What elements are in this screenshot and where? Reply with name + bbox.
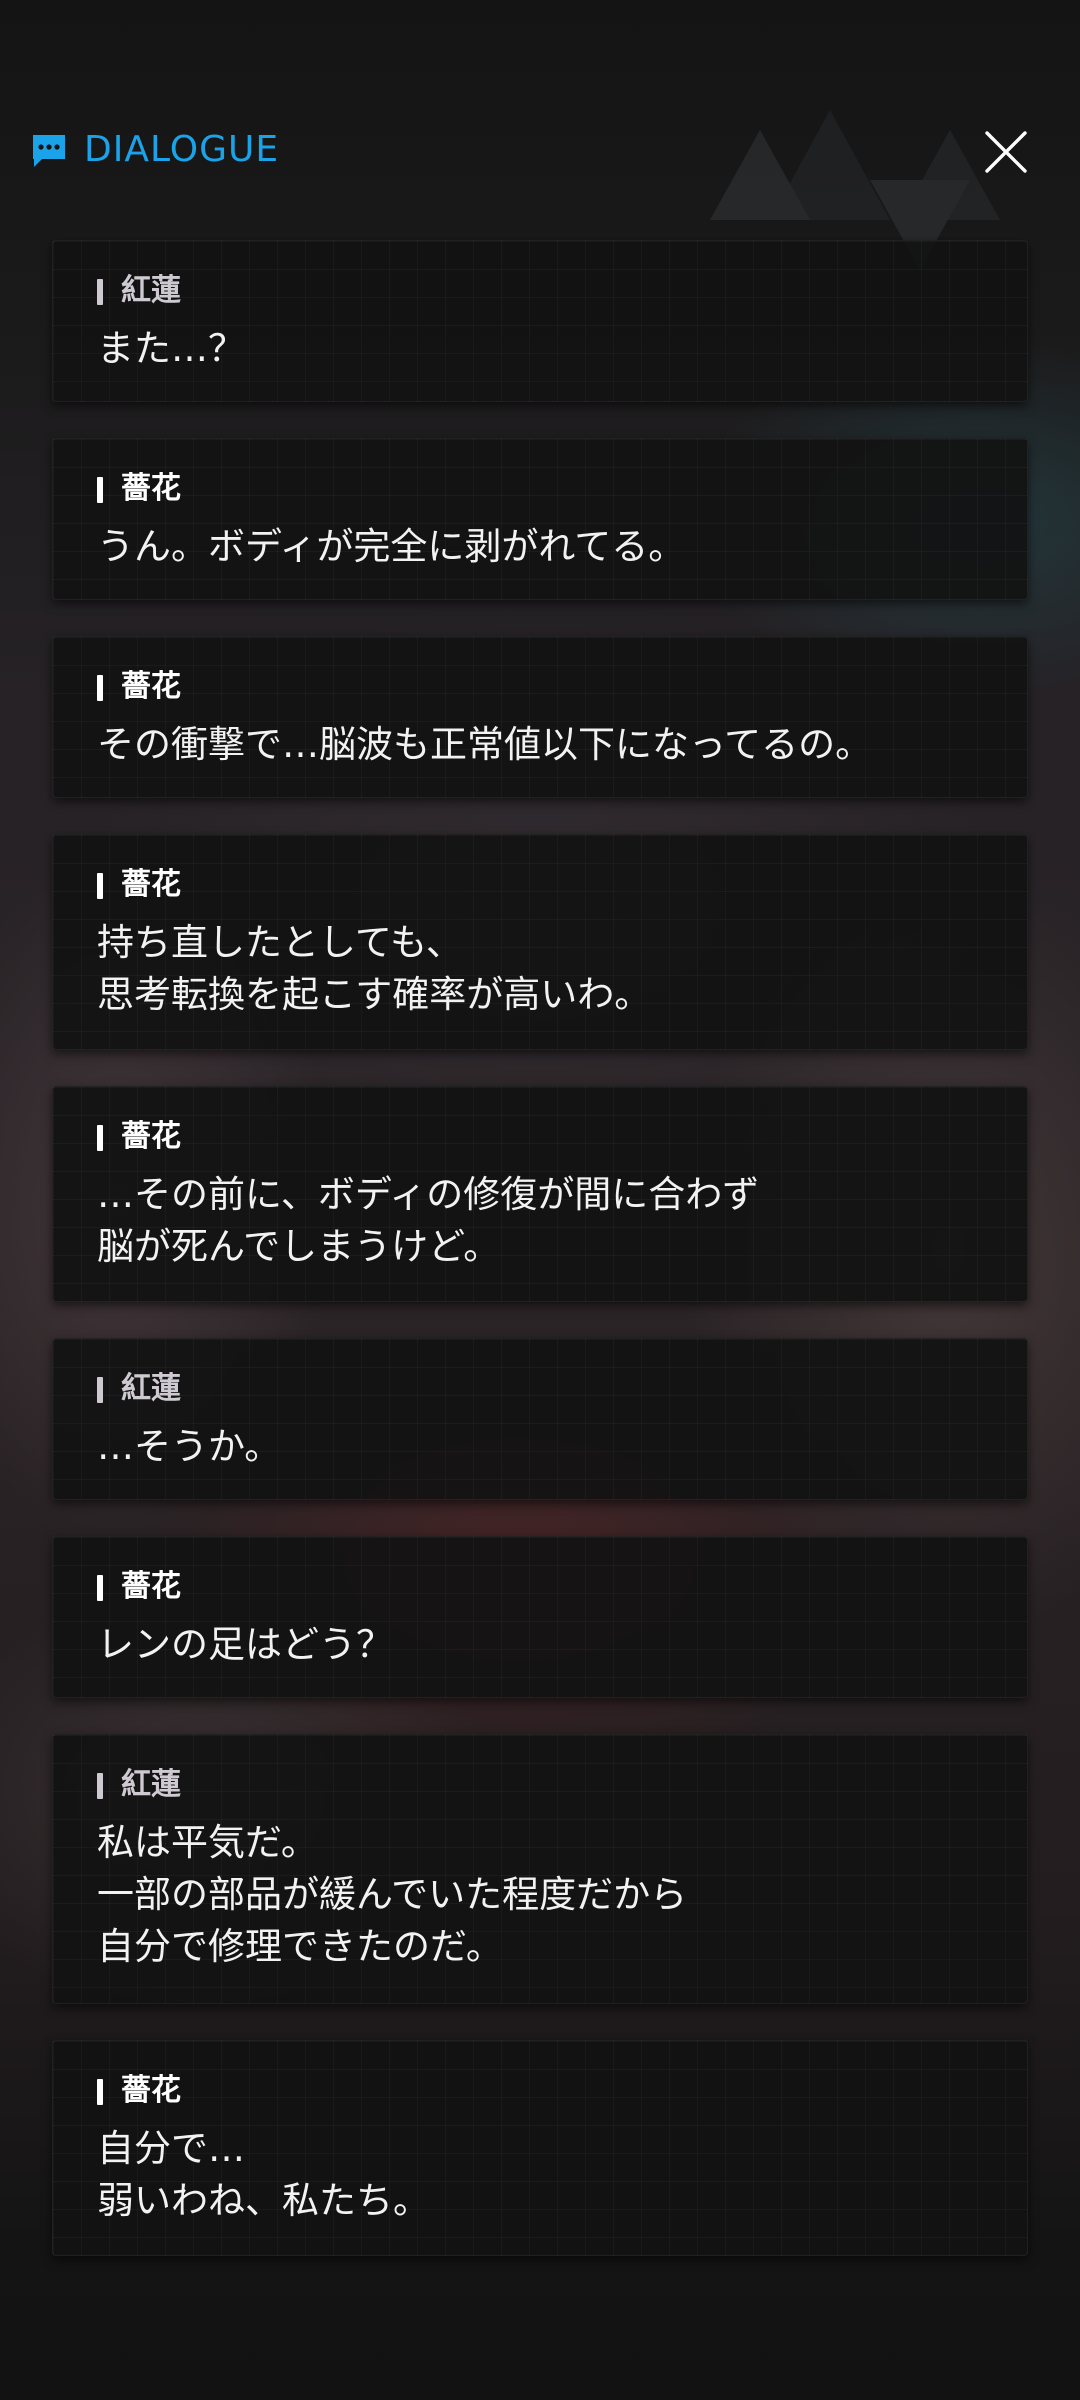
- speaker-name: 薔花: [121, 1569, 181, 1604]
- dialogue-entry: 薔花その衝撃で…脳波も正常値以下になってるの。: [52, 636, 1028, 798]
- dialogue-entry: 薔花レンの足はどう？: [52, 1536, 1028, 1698]
- dialogue-line: その衝撃で…脳波も正常値以下になってるの。: [97, 723, 873, 766]
- dialogue-line: 私は平気だ。: [97, 1821, 318, 1864]
- dialogue-entry: 薔花持ち直したとしても、思考転換を起こす確率が高いわ。: [52, 834, 1028, 1050]
- dialogue-list[interactable]: 紅蓮 また…？ 薔花 うん。ボディが完全に剥がれてる。 薔花 その衝撃で…脳波も正常値以下…: [52, 240, 1028, 2292]
- close-icon[interactable]: [976, 122, 1036, 182]
- speaker-row: 紅蓮: [97, 1369, 983, 1409]
- dialogue-line: 脳が死んでしまうけど。: [97, 1225, 501, 1268]
- dialogue-entry: 紅蓮 …そうか。: [52, 1338, 1028, 1500]
- dialogue-line: 自分で修理できたのだ。: [97, 1925, 503, 1968]
- dialogue-line: 自分で…: [97, 2127, 245, 2170]
- dialogue-header: DIALOGUE: [0, 110, 1080, 190]
- dialogue-line: また…？: [97, 327, 245, 370]
- speaker-row: 薔花: [97, 469, 983, 509]
- dialogue-line: うん。ボディが完全に剥がれてる。: [97, 525, 686, 568]
- dialogue-line: …そうか。: [97, 1425, 282, 1468]
- speaker-name: 紅蓮: [121, 1371, 181, 1406]
- speaker-marker: [97, 2079, 103, 2105]
- speaker-row: 薔花: [97, 2071, 983, 2111]
- speaker-row: 紅蓮: [97, 1765, 983, 1805]
- speaker-marker: [97, 873, 103, 899]
- speaker-marker: [97, 675, 103, 701]
- speaker-row: 薔花: [97, 865, 983, 905]
- dialogue-entry: 紅蓮また…？: [52, 240, 1028, 402]
- speaker-marker: [97, 477, 103, 503]
- dialogue-log-screen: DIALOGUE 紅蓮 また…？ 薔花 うん。ボディが完全に剥がれてる。 薔花 その衝撃で…: [0, 0, 1080, 2400]
- chat-bubble-icon: [33, 135, 65, 167]
- speaker-row: 薔花: [97, 667, 983, 707]
- dialogue-entry: 紅蓮私は平気だ。一部の部品が緩んでいた程度だから 自分で修理できたのだ。: [52, 1734, 1028, 2004]
- dialogue-line: 一部の部品が緩んでいた程度だから: [97, 1873, 688, 1916]
- speaker-marker: [97, 279, 103, 305]
- dialogue-line: 思考転換を起こす確率が高いわ。: [97, 973, 652, 1016]
- speaker-name: 薔花: [121, 669, 181, 704]
- header-title: DIALOGUE: [84, 129, 280, 170]
- speaker-name: 薔花: [121, 2073, 181, 2108]
- speaker-marker: [97, 1125, 103, 1151]
- speaker-row: 紅蓮: [97, 271, 983, 311]
- dialogue-entry: 薔花 …その前に、ボディの修復が間に合わず 脳が死んでしまうけど。: [52, 1086, 1028, 1302]
- speaker-name: 紅蓮: [121, 1767, 181, 1802]
- dialogue-line: 持ち直したとしても、: [97, 921, 463, 964]
- dialogue-entry: 薔花うん。ボディが完全に剥がれてる。: [52, 438, 1028, 600]
- speaker-row: 薔花: [97, 1117, 983, 1157]
- dialogue-line: …その前に、ボディの修復が間に合わず: [97, 1173, 760, 1216]
- dialogue-line: 弱いわね、私たち。: [97, 2179, 430, 2222]
- speaker-name: 薔花: [121, 867, 181, 902]
- speaker-marker: [97, 1773, 103, 1799]
- dialogue-line: レンの足はどう？: [97, 1623, 393, 1666]
- dialogue-entry: 薔花自分で… 弱いわね、私たち。: [52, 2040, 1028, 2256]
- speaker-name: 薔花: [121, 1119, 181, 1154]
- speaker-marker: [97, 1377, 103, 1403]
- speaker-marker: [97, 1575, 103, 1601]
- speaker-name: 薔花: [121, 471, 181, 506]
- speaker-row: 薔花: [97, 1567, 983, 1607]
- speaker-name: 紅蓮: [121, 273, 181, 308]
